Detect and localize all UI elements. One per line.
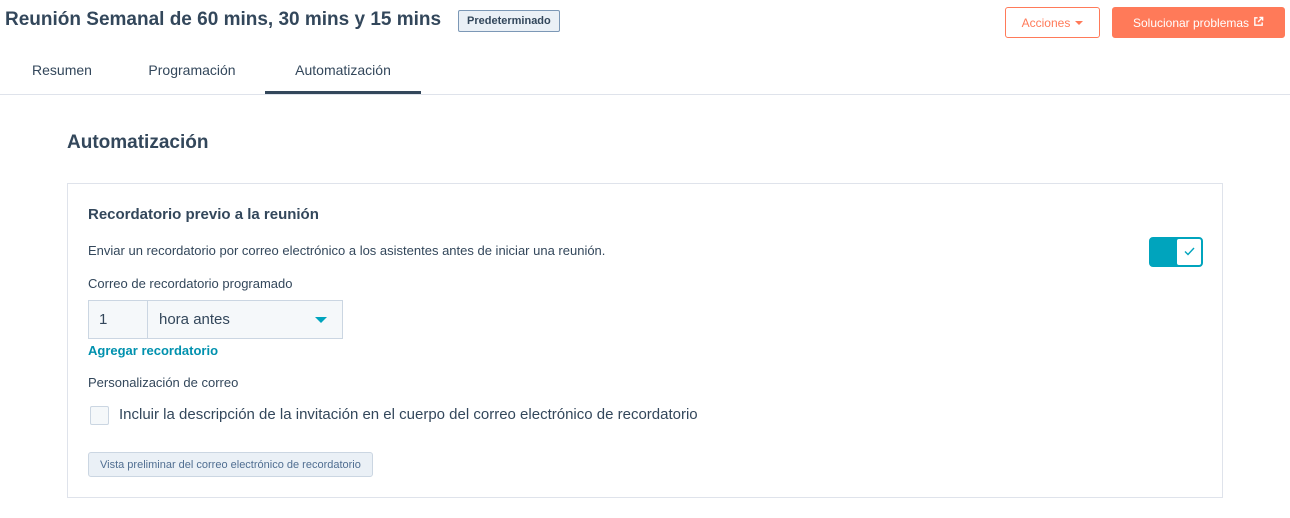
reminder-card: Recordatorio previo a la reunión Enviar … (67, 183, 1223, 498)
actions-button[interactable]: Acciones (1005, 7, 1100, 38)
toggle-knob (1176, 238, 1202, 266)
tab-scheduling[interactable]: Programación (135, 48, 249, 95)
tab-automation[interactable]: Automatización (265, 48, 421, 95)
tab-bar: Resumen Programación Automatización (0, 48, 1290, 95)
caret-down-icon (315, 316, 327, 323)
section-heading: Automatización (67, 132, 209, 153)
actions-button-label: Acciones (1021, 15, 1071, 30)
card-title: Recordatorio previo a la reunión (88, 206, 319, 223)
troubleshoot-button-label: Solucionar problemas (1132, 15, 1250, 30)
scheduled-reminder-label: Correo de recordatorio programado (88, 276, 293, 291)
card-description: Enviar un recordatorio por correo electr… (88, 243, 606, 258)
reminder-unit-select[interactable]: hora antes (147, 300, 343, 339)
caret-down-icon (1075, 20, 1084, 25)
external-link-icon (1253, 16, 1264, 30)
reminder-toggle[interactable] (1149, 237, 1203, 267)
page-title: Reunión Semanal de 60 mins, 30 mins y 15… (5, 9, 442, 30)
tab-summary[interactable]: Resumen (20, 48, 104, 95)
default-badge: Predeterminado (458, 10, 560, 32)
include-description-checkbox[interactable] (90, 406, 109, 425)
preview-email-button[interactable]: Vista preliminar del correo electrónico … (88, 452, 373, 477)
tabs-divider (0, 94, 1290, 95)
check-icon (1184, 243, 1195, 261)
email-customization-label: Personalización de correo (88, 375, 239, 390)
troubleshoot-button[interactable]: Solucionar problemas (1112, 7, 1285, 38)
reminder-unit-value: hora antes (159, 311, 230, 328)
reminder-amount-input[interactable] (88, 300, 148, 339)
include-description-label[interactable]: Incluir la descripción de la invitación … (119, 406, 698, 423)
add-reminder-link[interactable]: Agregar recordatorio (88, 343, 218, 358)
meeting-settings-page: Reunión Semanal de 60 mins, 30 mins y 15… (0, 0, 1290, 518)
